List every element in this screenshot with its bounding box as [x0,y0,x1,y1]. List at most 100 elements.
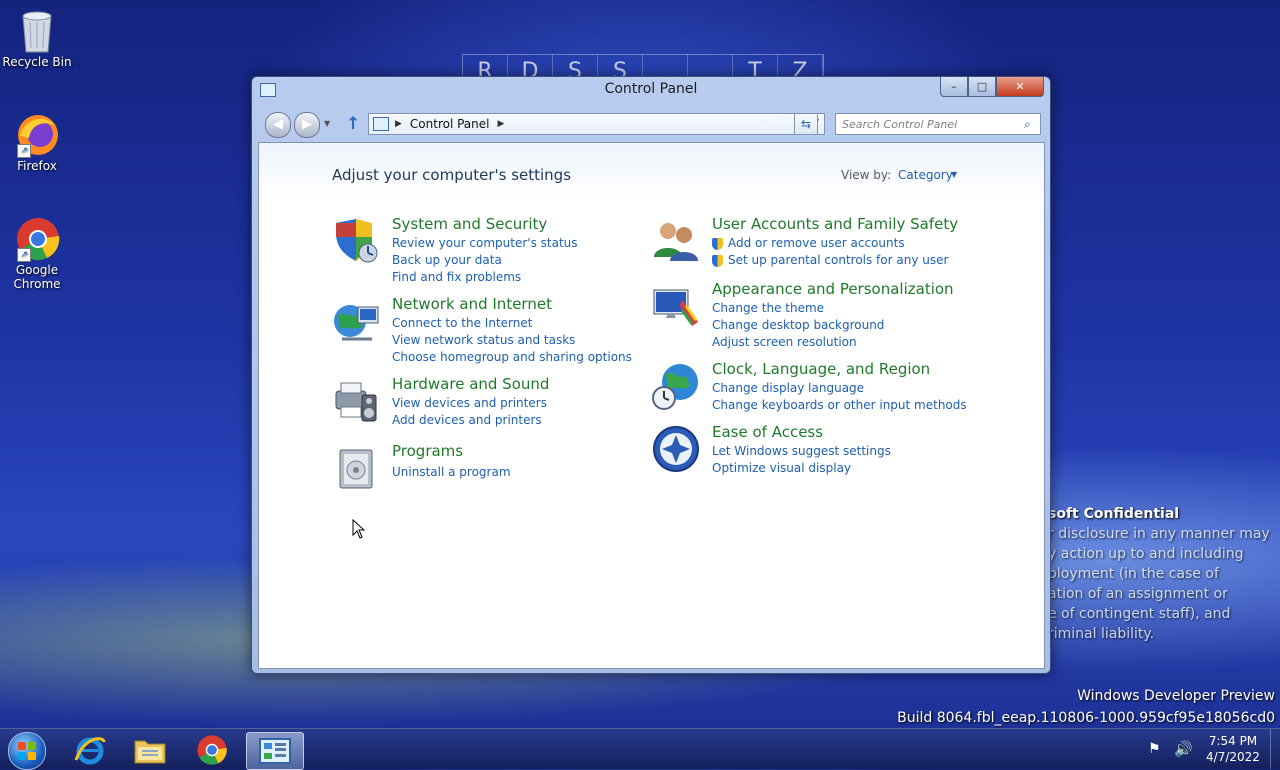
maximize-button[interactable]: □ [968,77,996,97]
link-find-fix-problems[interactable]: Find and fix problems [392,269,578,286]
chrome-icon [197,735,227,765]
confidential-line: e of contingent staff), and [1048,606,1231,622]
desktop-icon-google-chrome[interactable]: ↗ Google Chrome [1,216,73,291]
watermark-letter: D [508,55,553,84]
desktop-icon-firefox[interactable]: ↗ Firefox [1,112,73,173]
taskbar-control-panel[interactable] [246,732,304,770]
link-homegroup-sharing[interactable]: Choose homegroup and sharing options [392,349,632,366]
refresh-button[interactable]: ⇆ [794,113,818,135]
category-title[interactable]: Programs [392,442,463,460]
windows-logo-icon [18,742,36,760]
breadcrumb-chevron-icon[interactable]: ▶ [498,119,505,129]
link-windows-suggest-settings[interactable]: Let Windows suggest settings [712,443,891,460]
firefox-icon: ↗ [15,112,59,158]
breadcrumb-control-panel[interactable]: Control Panel [410,117,490,131]
close-button[interactable]: ✕ [996,77,1044,97]
recent-pages-dropdown-icon[interactable]: ▼ [324,119,330,128]
watermark-letter: T [733,55,778,84]
mouse-cursor-icon [352,518,366,542]
build-watermark: Windows Developer Preview Build 8064.fbl… [897,685,1275,729]
category-title[interactable]: User Accounts and Family Safety [712,215,958,233]
window-controls: – □ ✕ [940,77,1044,97]
link-change-theme[interactable]: Change the theme [712,300,884,317]
confidential-line: y action up to and including [1048,546,1244,562]
link-uninstall-program[interactable]: Uninstall a program [392,464,511,481]
desktop-icon-label: Firefox [17,159,57,173]
breadcrumb-chevron-icon[interactable]: ▶ [395,119,402,129]
hardware-sound-icon[interactable] [332,377,380,425]
watermark-letter: S [598,55,643,84]
search-icon[interactable]: ⌕ [1024,117,1040,132]
ease-of-access-icon[interactable] [652,425,700,473]
up-arrow-icon[interactable]: ↑ [346,114,360,134]
navigation-bar: ◀ ▶ ▼ ↑ ▶ Control Panel ▶ ▼ ⇆ Search Con… [262,109,1042,138]
search-box[interactable]: Search Control Panel ⌕ [835,113,1041,135]
link-view-network-status[interactable]: View network status and tasks [392,332,632,349]
forward-button[interactable]: ▶ [294,112,320,138]
build-edition: Windows Developer Preview [1077,688,1275,704]
action-center-flag-icon[interactable]: ⚑ [1148,741,1161,757]
category-title[interactable]: Ease of Access [712,423,823,441]
page-title: Adjust your computer's settings [332,166,572,184]
show-desktop-button[interactable] [1270,729,1280,769]
control-panel-content: Adjust your computer's settings View by:… [258,142,1045,669]
address-bar[interactable]: ▶ Control Panel ▶ ▼ [368,113,825,135]
taskbar-internet-explorer[interactable] [62,732,118,768]
category-title[interactable]: Network and Internet [392,295,552,313]
taskbar: ⚑ 🔊 7:54 PM 4/7/2022 [0,728,1280,770]
link-back-up-data[interactable]: Back up your data [392,252,578,269]
chrome-icon: ↗ [15,216,60,262]
volume-icon[interactable]: 🔊 [1174,740,1193,758]
control-panel-icon [259,738,291,764]
clock[interactable]: 7:54 PM 4/7/2022 [1198,733,1268,765]
start-button[interactable] [8,732,46,770]
confidential-line: riminal liability. [1048,626,1155,642]
link-view-devices-printers[interactable]: View devices and printers [392,395,547,412]
control-panel-window[interactable]: Control Panel – □ ✕ ◀ ▶ ▼ ↑ ▶ Control Pa… [251,76,1051,674]
back-button[interactable]: ◀ [265,112,291,138]
user-accounts-icon[interactable] [652,217,700,265]
confidential-title: soft Confidential [1048,506,1180,522]
system-security-icon[interactable] [332,217,380,265]
watermark-letter [688,55,733,77]
clock-language-icon[interactable] [652,362,700,410]
minimize-button[interactable]: – [940,77,968,97]
confidential-line: ployment (in the case of [1048,566,1219,582]
link-review-computer-status[interactable]: Review your computer's status [392,235,578,252]
network-icon[interactable] [332,297,380,345]
category-title[interactable]: System and Security [392,215,547,233]
window-title: Control Panel [604,81,698,97]
link-text: Add or remove user accounts [728,236,905,250]
link-parental-controls[interactable]: Set up parental controls for any user [712,252,948,269]
forward-arrow-icon: ▶ [302,117,312,132]
link-connect-internet[interactable]: Connect to the Internet [392,315,632,332]
category-title[interactable]: Appearance and Personalization [712,280,954,298]
uac-shield-icon [712,237,723,250]
watermark-letter: R [463,55,508,84]
link-change-keyboards[interactable]: Change keyboards or other input methods [712,397,967,414]
confidential-line: ation of an assignment or [1048,586,1228,602]
internet-explorer-icon [74,737,106,765]
search-input[interactable]: Search Control Panel [836,118,1024,131]
link-change-display-language[interactable]: Change display language [712,380,967,397]
desktop-icon-recycle-bin[interactable]: Recycle Bin [1,8,73,69]
refresh-icon: ⇆ [800,117,812,131]
link-add-remove-accounts[interactable]: Add or remove user accounts [712,235,948,252]
watermark-letter [643,55,688,77]
category-title[interactable]: Clock, Language, and Region [712,360,930,378]
category-title[interactable]: Hardware and Sound [392,375,549,393]
link-add-devices-printers[interactable]: Add devices and printers [392,412,547,429]
view-by-dropdown[interactable]: Category [898,168,953,182]
appearance-icon[interactable] [652,282,700,330]
confidential-line: r disclosure in any manner may [1048,526,1270,542]
programs-icon[interactable] [332,444,380,492]
file-explorer-icon [134,740,166,764]
link-change-desktop-background[interactable]: Change desktop background [712,317,884,334]
taskbar-chrome[interactable] [184,732,240,768]
watermark-letter: Z [778,55,823,84]
link-optimize-visual-display[interactable]: Optimize visual display [712,460,891,477]
view-by-dropdown-icon[interactable]: ▼ [951,170,957,179]
watermark-letter: S [553,55,598,84]
taskbar-file-explorer[interactable] [122,732,178,768]
link-adjust-resolution[interactable]: Adjust screen resolution [712,334,884,351]
